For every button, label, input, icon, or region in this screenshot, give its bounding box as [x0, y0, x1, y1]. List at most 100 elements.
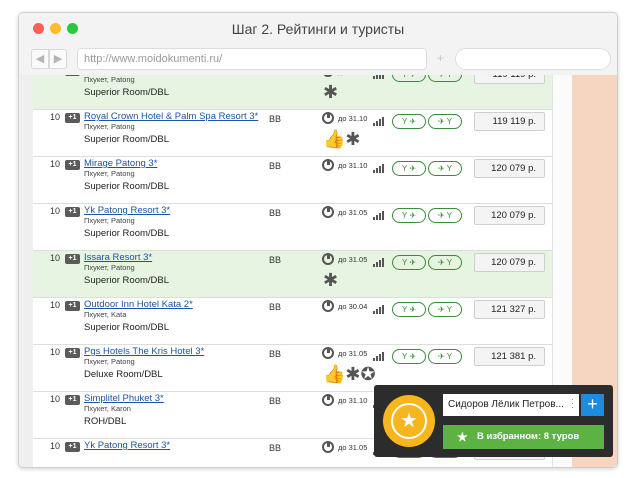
stars-count: 10 — [50, 206, 61, 216]
search-input[interactable] — [455, 48, 611, 70]
new-tab-button[interactable]: + — [437, 51, 444, 65]
clock-icon — [322, 75, 334, 77]
clock-icon — [322, 253, 334, 265]
clock-icon — [322, 441, 334, 453]
signal-bars-icon — [373, 352, 385, 361]
hotel-location: Пхукет, Patong — [84, 263, 135, 272]
tourist-name-field[interactable]: Сидоров Лёлик Петров... — [443, 394, 579, 416]
hotel-name-link[interactable]: Yk Patong Resort 3* — [84, 440, 170, 451]
stars-count: 10 — [50, 253, 61, 263]
tourist-avatar[interactable]: ★ — [383, 395, 435, 447]
signal-bars-icon — [373, 258, 385, 267]
forward-button[interactable]: ▶ — [49, 49, 67, 69]
flight-back-button[interactable]: ✈ Y — [428, 208, 462, 223]
hotel-location: Пхукет, Patong — [84, 357, 135, 366]
window-title: Шаг 2. Рейтинги и туристы — [231, 21, 405, 37]
tourist-widget: ★ Сидоров Лёлик Петров... · · · + ★ В избр… — [374, 385, 613, 457]
flight-back-button[interactable]: ✈ Y — [428, 114, 462, 129]
flight-back-button[interactable]: ✈ Y — [428, 75, 462, 82]
rating-icons: ✱ — [323, 270, 339, 290]
chevron-right-icon: ▶ — [53, 53, 63, 65]
meal-plan: BB — [269, 208, 282, 218]
offer-date: до 31.05 — [338, 255, 368, 264]
hotel-name-link[interactable]: Simplitel Phuket 3* — [84, 393, 164, 404]
tour-row: 10 +1 Mirage Patong 3* Пхукет, Patong Su… — [33, 157, 552, 204]
hotel-name-link[interactable]: Mirage Patong 3* — [84, 158, 157, 169]
flight-there-button[interactable]: Y ✈ — [392, 302, 426, 317]
signal-bars-icon — [373, 164, 385, 173]
stars-count: 10 — [50, 347, 61, 357]
room-type: ROH/DBL — [84, 416, 127, 427]
price-button[interactable]: 120 079 р. — [474, 159, 545, 178]
hotel-name-link[interactable]: Issara Resort 3* — [84, 252, 152, 263]
price-button[interactable]: 121 327 р. — [474, 300, 545, 319]
hotel-name-link[interactable]: Royal Crown Hotel & Palm Spa Resort 3* — [84, 111, 258, 122]
offer-date: до 30.04 — [338, 302, 368, 311]
flight-there-button[interactable]: Y ✈ — [392, 349, 426, 364]
flight-there-button[interactable]: Y ✈ — [392, 114, 426, 129]
meal-plan: BB — [269, 302, 282, 312]
favorites-label: В избранном: 8 туров — [477, 431, 580, 442]
flight-back-button[interactable]: ✈ Y — [428, 302, 462, 317]
price-button[interactable]: 119 119 р. — [474, 75, 545, 84]
flight-there-button[interactable]: Y ✈ — [392, 255, 426, 270]
meal-plan: BB — [269, 396, 282, 406]
signal-bars-icon — [373, 211, 385, 220]
hotel-location: Пхукет, Patong — [84, 169, 135, 178]
signal-bars-icon — [373, 75, 385, 79]
room-type: Superior Room/DBL — [84, 87, 170, 98]
hotel-location: Пхукет, Patong — [84, 75, 135, 84]
hotel-name-link[interactable]: Yk Patong Resort 3* — [84, 205, 170, 216]
price-button[interactable]: 121 381 р. — [474, 347, 545, 366]
price-button[interactable]: 120 079 р. — [474, 253, 545, 272]
flight-there-button[interactable]: Y ✈ — [392, 161, 426, 176]
left-margin — [19, 75, 33, 467]
more-options-icon[interactable]: · · · — [571, 395, 575, 412]
tour-row: 10 +1 Issara Resort 3* Пхукет, Patong Su… — [33, 251, 552, 298]
signal-bars-icon — [373, 305, 385, 314]
favorites-button[interactable]: ★ В избранном: 8 туров — [443, 425, 604, 449]
chevron-left-icon: ◀ — [35, 53, 45, 65]
price-button[interactable]: 119 119 р. — [474, 112, 545, 131]
add-tourist-button[interactable]: + — [581, 394, 604, 416]
hotel-name-link[interactable]: Outdoor Inn Hotel Kata 2* — [84, 299, 193, 310]
clock-icon — [322, 112, 334, 124]
offer-date: до 31.05 — [338, 208, 368, 217]
back-button[interactable]: ◀ — [31, 49, 49, 69]
stars-count: 10 — [50, 112, 61, 122]
stars-count: 10 — [50, 300, 61, 310]
meal-plan: BB — [269, 349, 282, 359]
offer-date: до 31.10 — [338, 161, 368, 170]
stars-count: 10 — [50, 441, 61, 451]
room-type: Superior Room/DBL — [84, 275, 170, 286]
flight-back-button[interactable]: ✈ Y — [428, 161, 462, 176]
extra-bed-badge: +1 — [65, 442, 80, 452]
offer-date: до 31.05 — [338, 443, 368, 452]
hotel-location: Пхукет, Patong — [84, 216, 135, 225]
extra-bed-badge: +1 — [65, 75, 80, 76]
hotel-location: Пхукет, Karon — [84, 404, 131, 413]
offer-date: до 31.10 — [338, 114, 368, 123]
flight-there-button[interactable]: Y ✈ — [392, 208, 426, 223]
price-button[interactable]: 120 079 р. — [474, 206, 545, 225]
meal-plan: BB — [269, 75, 281, 77]
tour-row: 10 +1 Outdoor Inn Hotel Kata 2* Пхукет, … — [33, 298, 552, 345]
title-bar: Шаг 2. Рейтинги и туристы — [19, 13, 617, 45]
room-type: Superior Room/DBL — [84, 134, 170, 145]
stars-count: 10 — [50, 159, 61, 169]
signal-bars-icon — [373, 117, 385, 126]
extra-bed-badge: +1 — [65, 207, 80, 217]
clock-icon — [322, 206, 334, 218]
offer-date: до 31.05 — [338, 349, 368, 358]
flight-back-button[interactable]: ✈ Y — [428, 349, 462, 364]
address-bar[interactable]: http://www.moidokumenti.ru/ — [77, 48, 427, 70]
tour-row: 10 +1 Yk Patong Resort 3* Пхукет, Patong… — [33, 204, 552, 251]
hotel-name-link[interactable]: Pgs Hotels The Kris Hotel 3* — [84, 346, 204, 357]
flight-back-button[interactable]: ✈ Y — [428, 255, 462, 270]
clock-icon — [322, 394, 334, 406]
meal-plan: BB — [269, 114, 282, 124]
extra-bed-badge: +1 — [65, 160, 80, 170]
extra-bed-badge: +1 — [65, 113, 80, 123]
clock-icon — [322, 347, 334, 359]
flight-there-button[interactable]: Y ✈ — [392, 75, 426, 82]
